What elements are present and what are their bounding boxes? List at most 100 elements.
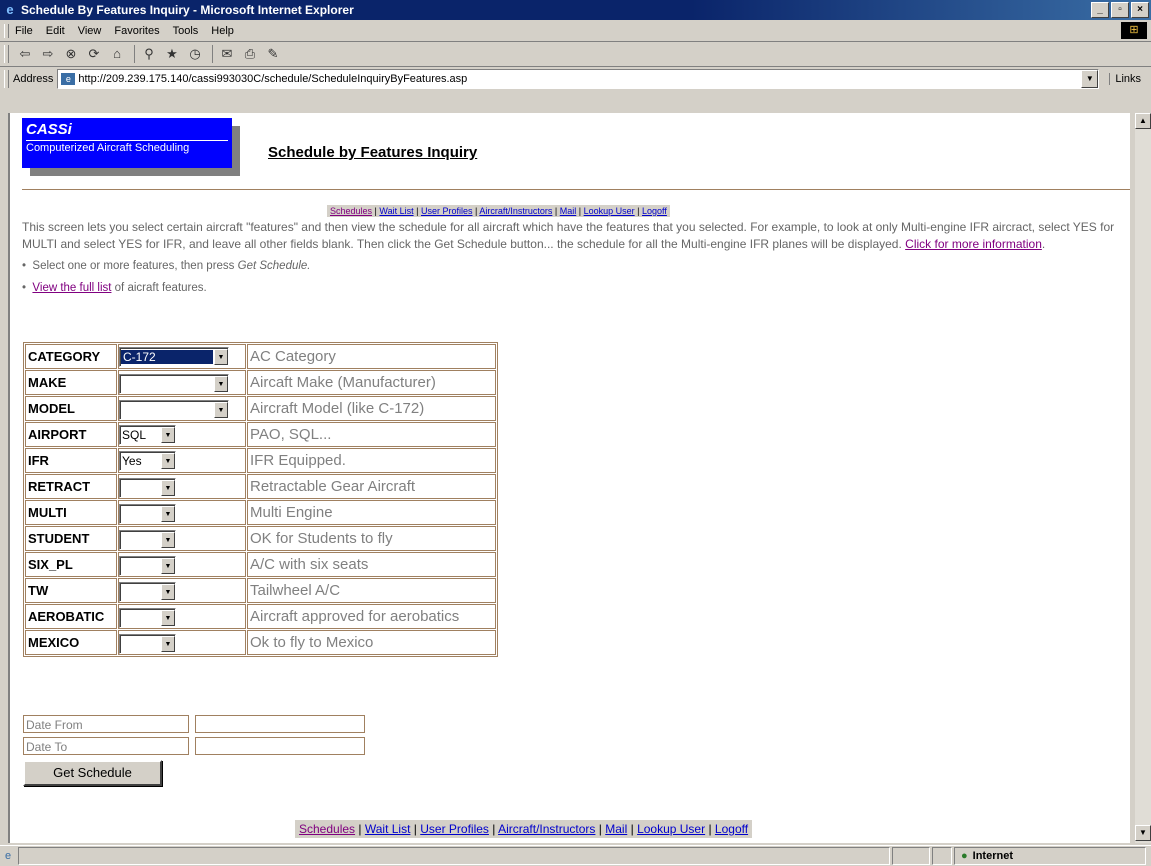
- standard-toolbar: ⇦ ⇨ ⊗ ⟳ ⌂ ⚲ ★ ◷ ✉ ⎙ ✎: [0, 42, 1151, 67]
- close-button[interactable]: ×: [1131, 2, 1149, 18]
- home-icon[interactable]: ⌂: [107, 45, 127, 63]
- nav-link-lookup-user[interactable]: Lookup User: [584, 206, 635, 216]
- feature-row: TW ▼ Tailwheel A/C: [25, 578, 496, 603]
- nav-link-logoff[interactable]: Logoff: [642, 206, 667, 216]
- feature-select[interactable]: ▼: [119, 556, 176, 576]
- nav-link-mail[interactable]: Mail: [605, 822, 627, 836]
- bottom-nav: Schedules | Wait List | User Profiles | …: [295, 820, 753, 838]
- feature-control-cell: ▼: [118, 370, 246, 395]
- feature-select[interactable]: ▼: [119, 374, 229, 394]
- print-icon[interactable]: ⎙: [240, 45, 260, 63]
- toolbar-grip: [4, 24, 9, 38]
- zone-label: Internet: [972, 850, 1013, 862]
- feature-select[interactable]: ▼: [119, 608, 176, 628]
- feature-select-value: Yes: [122, 453, 142, 468]
- vertical-scrollbar[interactable]: ▲ ▼: [1135, 113, 1151, 843]
- full-list-link[interactable]: View the full list: [32, 282, 111, 294]
- brand-divider: [26, 140, 228, 141]
- feature-row: MAKE ▼ Aircaft Make (Manufacturer): [25, 370, 496, 395]
- history-icon[interactable]: ◷: [185, 45, 205, 63]
- refresh-icon[interactable]: ⟳: [84, 45, 104, 63]
- chevron-down-icon[interactable]: ▼: [161, 584, 175, 600]
- nav-link-wait-list[interactable]: Wait List: [379, 206, 413, 216]
- chevron-down-icon[interactable]: ▼: [214, 348, 228, 365]
- feature-control-cell: SQL ▼: [118, 422, 246, 447]
- nav-link-logoff[interactable]: Logoff: [715, 822, 748, 836]
- nav-link-schedules[interactable]: Schedules: [330, 206, 372, 216]
- nav-link-schedules[interactable]: Schedules: [299, 822, 355, 836]
- menu-tools[interactable]: Tools: [173, 25, 199, 37]
- menu-help[interactable]: Help: [211, 25, 234, 37]
- get-schedule-button[interactable]: Get Schedule: [23, 760, 162, 786]
- nav-link-aircraft-instructors[interactable]: Aircraft/Instructors: [479, 206, 552, 216]
- brand-tagline: Computerized Aircraft Scheduling: [26, 142, 190, 154]
- feature-select[interactable]: ▼: [119, 530, 176, 550]
- feature-select[interactable]: C-172 ▼: [119, 346, 229, 367]
- feature-label: STUDENT: [25, 526, 117, 551]
- nav-link-user-profiles[interactable]: User Profiles: [421, 206, 473, 216]
- forward-arrow-icon[interactable]: ⇨: [38, 45, 58, 63]
- feature-select[interactable]: ▼: [119, 478, 176, 498]
- feature-description: Multi Engine: [247, 500, 496, 525]
- bullet-text: Select one or more features, then press: [32, 260, 238, 272]
- feature-select[interactable]: Yes ▼: [119, 450, 176, 471]
- search-icon[interactable]: ⚲: [139, 45, 159, 63]
- feature-select[interactable]: ▼: [119, 400, 229, 420]
- chevron-down-icon[interactable]: ▼: [161, 610, 175, 626]
- nav-link-aircraft-instructors[interactable]: Aircraft/Instructors: [498, 822, 595, 836]
- minimize-button[interactable]: _: [1091, 2, 1109, 18]
- address-input[interactable]: e http://209.239.175.140/cassi993030C/sc…: [57, 69, 1100, 89]
- feature-select[interactable]: ▼: [119, 504, 176, 524]
- date-to-input[interactable]: [195, 737, 365, 755]
- chevron-down-icon[interactable]: ▼: [214, 402, 228, 418]
- feature-description: A/C with six seats: [247, 552, 496, 577]
- date-from-input[interactable]: [195, 715, 365, 733]
- chevron-down-icon[interactable]: ▼: [161, 558, 175, 574]
- globe-icon: ●: [961, 850, 968, 862]
- nav-link-wait-list[interactable]: Wait List: [365, 822, 411, 836]
- feature-description: IFR Equipped.: [247, 448, 496, 473]
- mail-icon[interactable]: ✉: [217, 45, 237, 63]
- scroll-down-icon[interactable]: ▼: [1135, 825, 1151, 841]
- chevron-down-icon[interactable]: ▼: [161, 532, 175, 548]
- chevron-down-icon[interactable]: ▼: [1081, 70, 1099, 88]
- date-to-label: Date To: [23, 737, 189, 755]
- edit-icon[interactable]: ✎: [263, 45, 283, 63]
- feature-row: AIRPORT SQL ▼ PAO, SQL...: [25, 422, 496, 447]
- chevron-down-icon[interactable]: ▼: [161, 426, 175, 443]
- scroll-track[interactable]: [1135, 129, 1151, 825]
- zone-cell: ● Internet: [954, 847, 1146, 865]
- nav-separator: |: [630, 822, 634, 836]
- chevron-down-icon[interactable]: ▼: [161, 636, 175, 652]
- page-status-icon: e: [4, 850, 12, 862]
- chevron-down-icon[interactable]: ▼: [161, 480, 175, 496]
- links-toolbar[interactable]: Links: [1109, 73, 1141, 85]
- feature-control-cell: ▼: [118, 630, 246, 655]
- feature-select[interactable]: SQL ▼: [119, 424, 176, 445]
- nav-link-mail[interactable]: Mail: [560, 206, 577, 216]
- feature-select[interactable]: ▼: [119, 582, 176, 602]
- status-bar: e ● Internet: [0, 845, 1151, 866]
- feature-select[interactable]: ▼: [119, 634, 176, 654]
- menu-file[interactable]: File: [15, 25, 33, 37]
- stop-icon[interactable]: ⊗: [61, 45, 81, 63]
- feature-description: OK for Students to fly: [247, 526, 496, 551]
- nav-separator: |: [637, 206, 640, 216]
- back-arrow-icon[interactable]: ⇦: [15, 45, 35, 63]
- chevron-down-icon[interactable]: ▼: [161, 506, 175, 522]
- menu-view[interactable]: View: [78, 25, 102, 37]
- chevron-down-icon[interactable]: ▼: [161, 452, 175, 469]
- nav-link-lookup-user[interactable]: Lookup User: [637, 822, 705, 836]
- favorites-icon[interactable]: ★: [162, 45, 182, 63]
- feature-row: MODEL ▼ Aircraft Model (like C-172): [25, 396, 496, 421]
- bullet-full-list: • View the full list of aicraft features…: [22, 282, 207, 294]
- menu-edit[interactable]: Edit: [46, 25, 65, 37]
- page-content: CASSi Computerized Aircraft Scheduling S…: [8, 113, 1130, 843]
- nav-link-user-profiles[interactable]: User Profiles: [420, 822, 489, 836]
- chevron-down-icon[interactable]: ▼: [214, 376, 228, 392]
- restore-button[interactable]: ▫: [1111, 2, 1129, 18]
- feature-row: RETRACT ▼ Retractable Gear Aircraft: [25, 474, 496, 499]
- scroll-up-icon[interactable]: ▲: [1135, 113, 1151, 129]
- menu-favorites[interactable]: Favorites: [114, 25, 159, 37]
- more-info-link[interactable]: Click for more information: [905, 237, 1042, 251]
